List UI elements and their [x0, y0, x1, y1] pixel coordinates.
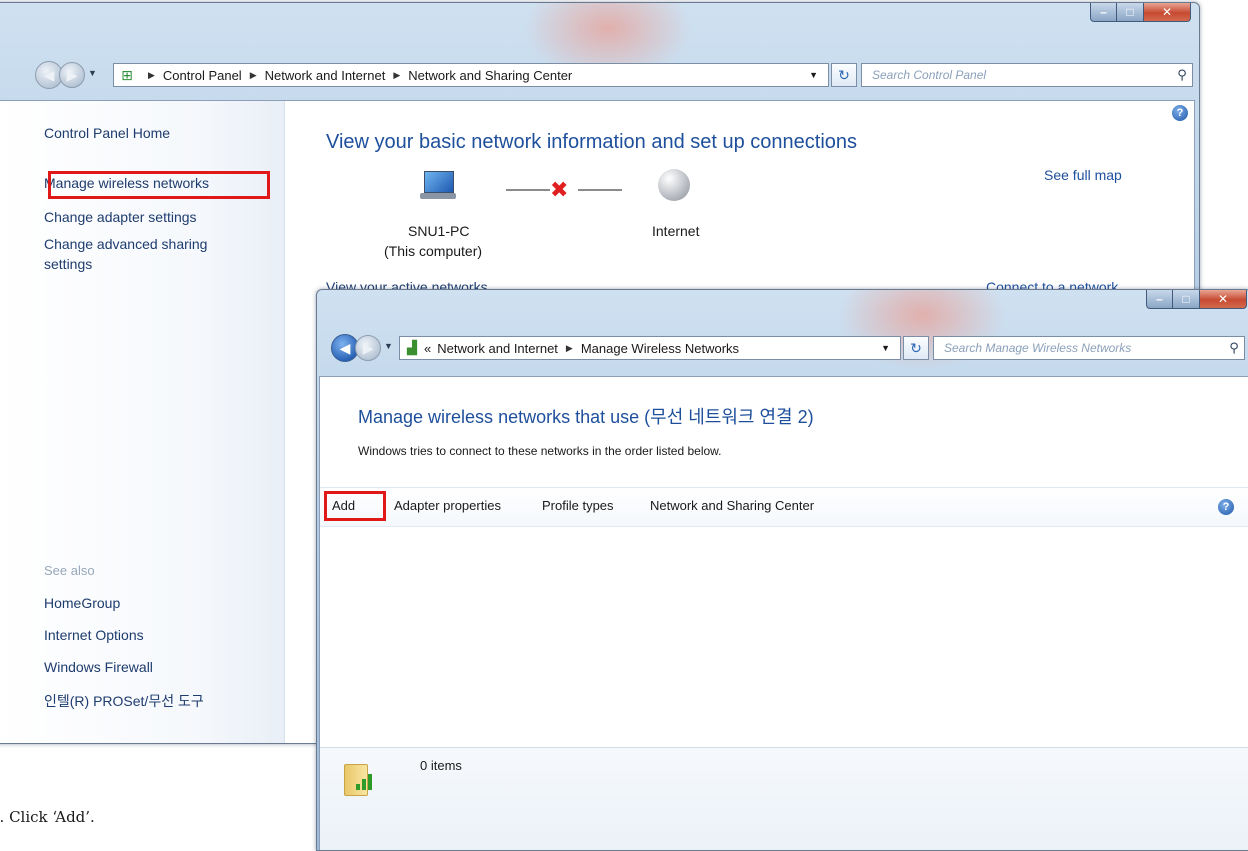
- address-dropdown-icon[interactable]: ▼: [881, 343, 890, 353]
- nav-change-advanced-sharing-line2[interactable]: settings: [44, 256, 92, 272]
- close-button[interactable]: ✕: [1200, 290, 1247, 309]
- search-box[interactable]: Search Manage Wireless Networks ⚲: [933, 336, 1245, 360]
- wireless-network-icon: ▟: [407, 340, 417, 355]
- help-icon[interactable]: ?: [1172, 105, 1188, 121]
- instruction-caption: 6. Click ‘Add’.: [0, 808, 95, 826]
- address-dropdown-icon[interactable]: ▼: [809, 70, 818, 80]
- address-bar[interactable]: ▟ « Network and Internet ▶ Manage Wirele…: [399, 336, 901, 360]
- disconnected-x-icon: ✖: [550, 177, 569, 202]
- internet-globe-icon: [658, 169, 690, 201]
- network-list: [320, 527, 1248, 747]
- nav-homegroup[interactable]: HomeGroup: [44, 595, 120, 611]
- see-full-map-link[interactable]: See full map: [1044, 167, 1122, 183]
- close-button[interactable]: ✕: [1144, 3, 1191, 22]
- highlight-box: [324, 491, 386, 521]
- breadcrumb-network-internet[interactable]: Network and Internet: [265, 68, 386, 83]
- search-icon[interactable]: ⚲: [1172, 67, 1192, 83]
- client-area: Manage wireless networks that use (무선 네트…: [319, 376, 1248, 850]
- profile-types-button[interactable]: Profile types: [542, 498, 614, 513]
- breadcrumb-separator-icon: ▶: [249, 69, 257, 80]
- this-computer-label: (This computer): [384, 243, 483, 259]
- breadcrumb-separator-icon: ▶: [148, 69, 155, 80]
- search-placeholder: Search Control Panel: [872, 68, 987, 82]
- page-heading: View your basic network information and …: [326, 131, 858, 153]
- page-description: Windows tries to connect to these networ…: [358, 444, 722, 458]
- minimize-button[interactable]: –: [1090, 3, 1117, 22]
- maximize-button[interactable]: □: [1117, 3, 1144, 22]
- refresh-button[interactable]: ↻: [903, 336, 929, 360]
- item-count: 0 items: [420, 758, 462, 773]
- nav-intel-proset[interactable]: 인텔(R) PROSet/무선 도구: [44, 691, 204, 711]
- recent-pages-dropdown[interactable]: ▼: [384, 341, 393, 351]
- search-icon[interactable]: ⚲: [1224, 340, 1244, 356]
- breadcrumb-control-panel[interactable]: Control Panel: [163, 68, 242, 83]
- navigation-pane: Control Panel Home Manage wireless netwo…: [0, 101, 285, 743]
- computer-icon: [418, 171, 458, 201]
- internet-label: Internet: [652, 223, 700, 239]
- help-icon[interactable]: ?: [1218, 499, 1234, 515]
- wireless-folder-icon: [344, 762, 374, 796]
- recent-pages-dropdown[interactable]: ▼: [88, 68, 97, 78]
- breadcrumb-manage-wireless[interactable]: Manage Wireless Networks: [581, 341, 739, 356]
- maximize-button[interactable]: □: [1173, 290, 1200, 309]
- search-placeholder: Search Manage Wireless Networks: [944, 341, 1132, 355]
- caption-buttons: – □ ✕: [1146, 290, 1247, 309]
- nav-change-adapter-settings[interactable]: Change adapter settings: [44, 209, 197, 225]
- address-bar[interactable]: ⊞ ▶ Control Panel ▶ Network and Internet…: [113, 63, 829, 87]
- page-heading: Manage wireless networks that use (무선 네트…: [358, 407, 814, 427]
- caption-buttons: – □ ✕: [1090, 3, 1191, 22]
- breadcrumb-network-internet[interactable]: Network and Internet: [437, 341, 558, 356]
- breadcrumb-separator-icon: ▶: [565, 342, 573, 353]
- search-box[interactable]: Search Control Panel ⚲: [861, 63, 1193, 87]
- nav-control-panel-home[interactable]: Control Panel Home: [44, 125, 170, 141]
- highlight-box: [48, 171, 270, 199]
- details-pane: 0 items: [320, 747, 1248, 850]
- see-also-heading: See also: [44, 563, 95, 578]
- nav-change-advanced-sharing[interactable]: Change advanced sharing: [44, 236, 207, 252]
- network-sharing-center-button[interactable]: Network and Sharing Center: [650, 498, 814, 513]
- breadcrumb-overflow[interactable]: «: [424, 341, 431, 356]
- connection-line-right: [578, 189, 622, 191]
- nav-internet-options[interactable]: Internet Options: [44, 627, 144, 643]
- adapter-properties-button[interactable]: Adapter properties: [394, 498, 501, 513]
- forward-button[interactable]: ▶: [59, 62, 85, 88]
- manage-wireless-networks-window: – □ ✕ ◀ ▶ ▼ ▟ « Network and Internet ▶ M…: [316, 289, 1248, 851]
- minimize-button[interactable]: –: [1146, 290, 1173, 309]
- command-bar: Add Adapter properties Profile types Net…: [320, 487, 1248, 527]
- forward-button[interactable]: ▶: [355, 335, 381, 361]
- breadcrumb-separator-icon: ▶: [393, 69, 401, 80]
- computer-name-label: SNU1-PC: [408, 223, 470, 239]
- control-panel-icon: ⊞: [121, 66, 133, 83]
- nav-windows-firewall[interactable]: Windows Firewall: [44, 659, 153, 675]
- breadcrumb-network-sharing-center[interactable]: Network and Sharing Center: [408, 68, 572, 83]
- refresh-button[interactable]: ↻: [831, 63, 857, 87]
- connection-line-left: [506, 189, 550, 191]
